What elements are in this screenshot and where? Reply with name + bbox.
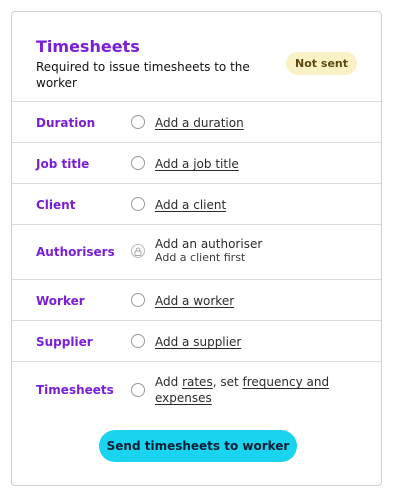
send-timesheets-button[interactable]: Send timesheets to worker [99,430,297,462]
worker-radio[interactable] [131,293,145,307]
row-label-client: Client [36,198,76,212]
row-label-job-title: Job title [36,157,90,171]
job-title-radio[interactable] [131,156,145,170]
status-badge: Not sent [286,52,357,75]
add-client-link[interactable]: Add a client [155,198,226,212]
row-supplier: Supplier Add a supplier [12,320,381,361]
card-title: Timesheets [36,37,140,56]
row-job-title: Job title Add a job title [12,142,381,183]
timesheets-settings-text: Add rates, set frequency and expenses [155,374,355,406]
authoriser-info: Add an authoriser Add a client first [155,237,262,265]
set-text: , set [212,375,239,389]
add-text: Add [155,375,179,389]
supplier-radio[interactable] [131,334,145,348]
row-label-supplier: Supplier [36,335,93,349]
row-label-timesheets: Timesheets [36,383,114,397]
lock-icon [134,247,142,256]
row-timesheets: Timesheets Add rates, set frequency and … [12,361,381,418]
row-worker: Worker Add a worker [12,279,381,320]
add-client-first-hint: Add a client first [155,251,246,264]
row-duration: Duration Add a duration [12,101,381,142]
add-authoriser-text: Add an authoriser [155,237,263,251]
expenses-link[interactable]: expenses [155,391,212,405]
client-radio[interactable] [131,197,145,211]
duration-radio[interactable] [131,115,145,129]
row-client: Client Add a client [12,183,381,224]
card-subtitle: Required to issue timesheets to the work… [36,60,250,90]
timesheets-radio[interactable] [131,383,145,397]
add-duration-link[interactable]: Add a duration [155,116,244,130]
frequency-link[interactable]: frequency and [243,375,330,389]
add-job-title-link[interactable]: Add a job title [155,157,239,171]
add-worker-link[interactable]: Add a worker [155,294,234,308]
timesheets-card: Timesheets Required to issue timesheets … [11,11,382,486]
authoriser-lock-icon [131,244,145,258]
row-label-worker: Worker [36,294,85,308]
add-supplier-link[interactable]: Add a supplier [155,335,241,349]
row-label-duration: Duration [36,116,96,130]
row-label-authorisers: Authorisers [36,245,115,259]
rates-link[interactable]: rates [182,375,213,389]
row-authorisers: Authorisers Add an authoriser Add a clie… [12,224,381,279]
